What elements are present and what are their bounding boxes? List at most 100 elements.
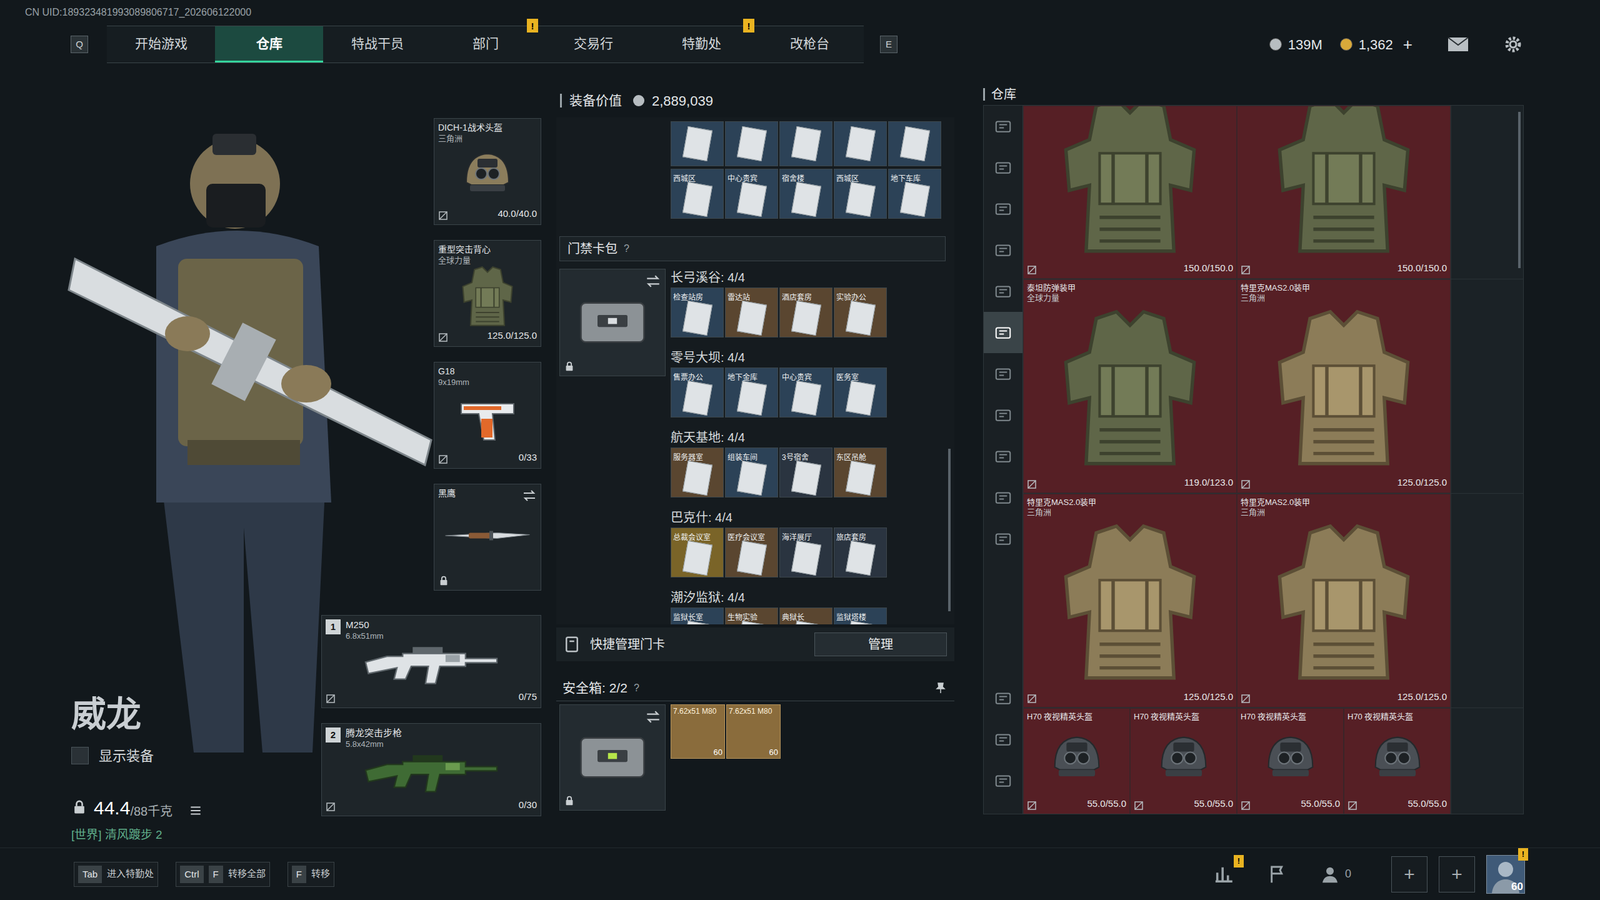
keycard[interactable]: 西城区 xyxy=(670,168,724,219)
category-tab[interactable] xyxy=(983,718,1023,760)
nav-tab[interactable]: 交易行 xyxy=(539,26,648,63)
keycard[interactable] xyxy=(888,121,942,167)
nav-tab[interactable]: 改枪台 xyxy=(755,26,864,63)
warehouse-item[interactable]: H70 夜视精英头盔55.0/55.0 xyxy=(1236,708,1344,814)
nav-tab[interactable]: 特勤处! xyxy=(647,26,756,63)
mail-icon[interactable] xyxy=(1447,36,1469,52)
key-hint[interactable]: Tab进入特勤处 xyxy=(73,861,159,887)
category-tab[interactable] xyxy=(983,677,1023,719)
keycard[interactable] xyxy=(779,121,833,167)
keycard[interactable]: 总裁会议室 xyxy=(670,527,724,578)
key-label[interactable]: Q xyxy=(75,37,84,52)
gear-slot[interactable]: 黑鹰 xyxy=(433,483,542,591)
keycard[interactable]: 酒店套房 xyxy=(779,287,833,338)
party-slot[interactable]: + xyxy=(1438,856,1475,893)
key-hint[interactable]: CtrlF转移全部 xyxy=(175,861,270,887)
gear-slot[interactable]: G189x19mm0/33 xyxy=(433,361,542,469)
scrollbar[interactable] xyxy=(948,448,951,612)
player-avatar[interactable]: 60! xyxy=(1486,855,1525,894)
warehouse-item[interactable]: 150.0/150.0 xyxy=(1236,105,1451,279)
gear-slot[interactable]: 重型突击背心全球力量125.0/125.0 xyxy=(433,240,542,347)
keycard[interactable]: 地下金库 xyxy=(725,367,779,418)
keycard[interactable]: 雷达站 xyxy=(725,287,779,338)
party-slot[interactable]: + xyxy=(1391,856,1428,893)
help-mark[interactable]: ? xyxy=(633,680,640,696)
keycard[interactable]: 医务室 xyxy=(833,367,887,418)
prev-tab-key[interactable]: Q xyxy=(70,35,89,54)
swap-icon[interactable] xyxy=(521,488,537,504)
next-tab-key[interactable]: E xyxy=(880,35,898,54)
keycard[interactable]: 监狱长室 xyxy=(670,607,724,625)
category-tab[interactable] xyxy=(983,229,1023,271)
category-tab[interactable] xyxy=(983,394,1023,436)
warehouse-item[interactable]: H70 夜视精英头盔55.0/55.0 xyxy=(1343,708,1451,814)
category-tab[interactable] xyxy=(983,105,1023,147)
friends-button[interactable]: 0 xyxy=(1320,864,1352,885)
nav-tab-label[interactable]: 部门 xyxy=(472,33,499,54)
keycard[interactable]: 服务器室 xyxy=(670,447,724,498)
category-tab[interactable] xyxy=(983,518,1023,560)
button-label[interactable]: 管理 xyxy=(868,635,894,654)
nav-tab-label[interactable]: 仓库 xyxy=(256,33,283,54)
category-tab[interactable] xyxy=(983,270,1023,312)
keycard[interactable] xyxy=(670,121,724,167)
keycard[interactable]: 旅店套房 xyxy=(833,527,887,578)
category-tab[interactable] xyxy=(983,760,1023,802)
gear-icon[interactable] xyxy=(1503,35,1523,54)
nav-tab[interactable]: 特战干员 xyxy=(323,26,432,63)
keycard[interactable]: 西城区 xyxy=(833,168,887,219)
warehouse-item[interactable]: 特里克MAS2.0装甲三角洲125.0/125.0 xyxy=(1236,493,1451,708)
safebox-item[interactable]: 7.62x51 M8060 xyxy=(726,704,781,759)
warehouse-item[interactable]: 泰坦防弹装甲全球力量119.0/123.0 xyxy=(1023,279,1237,494)
keycard[interactable]: 监狱塔楼 xyxy=(833,607,887,625)
gear-slot[interactable]: DICH-1战术头盔三角洲40.0/40.0 xyxy=(433,118,542,225)
category-tab[interactable] xyxy=(983,353,1023,395)
help-mark[interactable]: ? xyxy=(623,241,630,257)
warehouse-item[interactable]: H70 夜视精英头盔55.0/55.0 xyxy=(1130,708,1237,814)
nav-tab[interactable]: 开始游戏 xyxy=(106,26,215,63)
swap-button[interactable] xyxy=(521,488,537,504)
keycard[interactable]: 宿舍楼 xyxy=(779,168,833,219)
keycard[interactable]: 生物实验 xyxy=(725,607,779,625)
add-label[interactable]: + xyxy=(1403,860,1415,889)
keycard[interactable]: 地下车库 xyxy=(888,168,942,219)
keycard[interactable]: 中心贵宾 xyxy=(779,367,833,418)
scrollbar[interactable] xyxy=(1518,111,1521,269)
loadout-scroll[interactable]: 西城区中心贵宾宿舍楼西城区地下车库门禁卡包?长弓溪谷: 4/4检查站房雷达站酒店… xyxy=(556,117,955,625)
keycard-case[interactable] xyxy=(559,268,666,377)
stats-icon[interactable] xyxy=(1213,863,1235,885)
weapon-slot[interactable]: 1M2506.8x51mm0/75 xyxy=(321,615,542,709)
show-gear-label[interactable]: 显示装备 xyxy=(98,745,154,767)
warehouse-item[interactable]: 特里克MAS2.0装甲三角洲125.0/125.0 xyxy=(1023,493,1237,708)
nav-tab[interactable]: 仓库 xyxy=(215,26,324,63)
keycard[interactable]: 3号宿舍 xyxy=(779,447,833,498)
add-currency-button[interactable]: + xyxy=(1403,32,1413,57)
keycard[interactable]: 东区吊舱 xyxy=(833,447,887,498)
nav-tab-label[interactable]: 特战干员 xyxy=(351,33,404,54)
keycard[interactable] xyxy=(725,121,779,167)
keycard[interactable]: 检查站房 xyxy=(670,287,724,338)
keycard[interactable]: 组装车间 xyxy=(725,447,779,498)
manage-button[interactable]: 管理 xyxy=(814,632,947,657)
keycard[interactable]: 海洋展厅 xyxy=(779,527,833,578)
nav-tab-label[interactable]: 开始游戏 xyxy=(135,33,188,54)
key-hint[interactable]: F转移 xyxy=(287,861,335,887)
keycard[interactable] xyxy=(833,121,887,167)
keycard[interactable]: 典狱长 xyxy=(779,607,833,625)
category-tab[interactable] xyxy=(983,476,1023,519)
warehouse-item[interactable]: 特里克MAS2.0装甲三角洲125.0/125.0 xyxy=(1236,279,1451,494)
warehouse-item[interactable]: H70 夜视精英头盔55.0/55.0 xyxy=(1023,708,1130,814)
swap-icon[interactable] xyxy=(645,708,662,725)
warehouse-item[interactable]: 150.0/150.0 xyxy=(1023,105,1237,279)
keycard[interactable]: 医疗会议室 xyxy=(725,527,779,578)
flag-icon[interactable] xyxy=(1267,864,1288,885)
keycard[interactable]: 实验办公 xyxy=(833,287,887,338)
pin-icon[interactable] xyxy=(934,681,947,695)
list-icon[interactable] xyxy=(188,803,203,818)
show-gear-checkbox[interactable] xyxy=(71,746,89,765)
category-tab[interactable] xyxy=(983,311,1023,354)
add-label[interactable]: + xyxy=(1403,35,1413,54)
weapon-slot[interactable]: 2腾龙突击步枪5.8x42mm0/30 xyxy=(321,723,542,817)
warehouse-grid[interactable]: 150.0/150.0150.0/150.0泰坦防弹装甲全球力量119.0/12… xyxy=(1022,105,1524,814)
keycard[interactable]: 售票办公 xyxy=(670,367,724,418)
